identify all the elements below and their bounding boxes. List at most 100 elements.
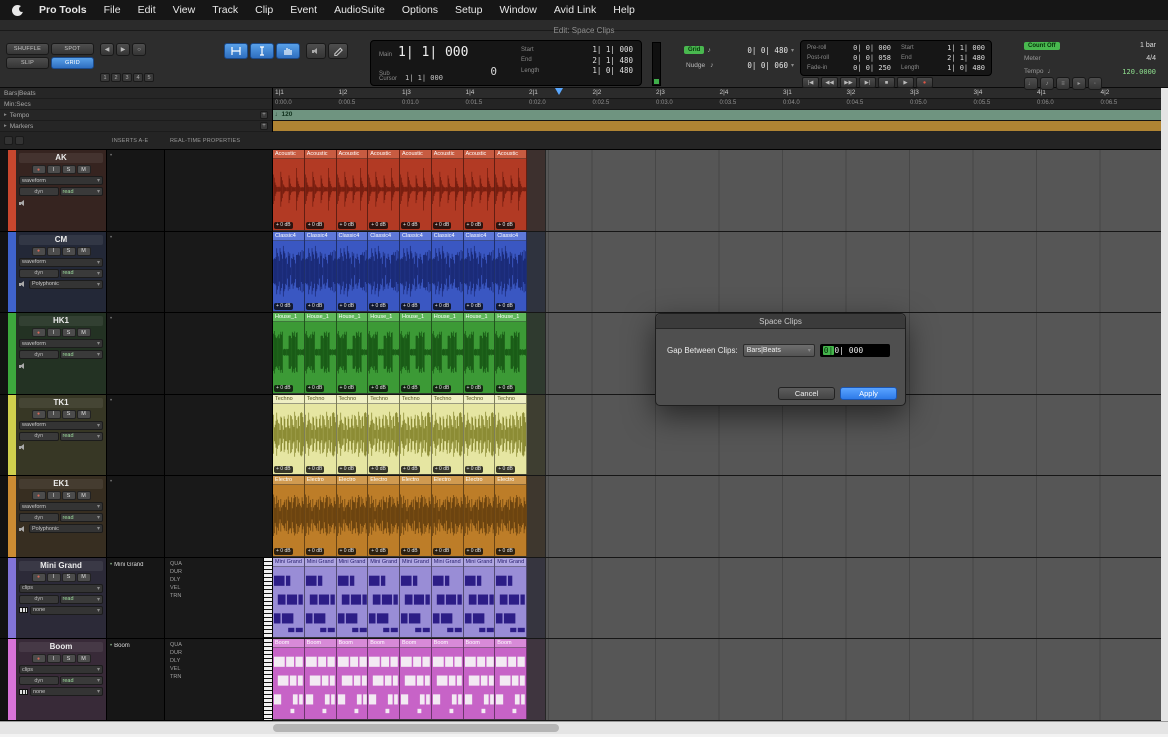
track-name[interactable]: Mini Grand: [19, 561, 103, 571]
dialog-title[interactable]: Space Clips: [656, 314, 905, 329]
clip-techno-7[interactable]: Techno+ 0 dB: [464, 395, 496, 475]
menu-item-track[interactable]: Track: [212, 4, 238, 16]
zoom-preset-1-button[interactable]: 1: [100, 73, 110, 82]
clip-acoustic-8[interactable]: Acoustic+ 0 dB: [495, 150, 527, 230]
instrument-plugin-mini-grand[interactable]: •Mini Grand: [110, 562, 161, 568]
clip-electro-5[interactable]: Electro+ 0 dB: [400, 476, 432, 556]
play-button[interactable]: ▶: [897, 77, 914, 88]
record-arm-button[interactable]: ●: [32, 491, 46, 500]
clip-house-1-5[interactable]: House_1+ 0 dB: [400, 313, 432, 393]
metronome-icon[interactable]: ♩: [1024, 77, 1038, 90]
sub-counter-value[interactable]: 0: [490, 65, 497, 78]
record-arm-button[interactable]: ●: [32, 654, 46, 663]
post-roll-value[interactable]: 0| 0| 058: [853, 54, 891, 62]
horizontal-zoom-out-button[interactable]: ◀: [100, 43, 114, 56]
grabber-tool-button[interactable]: [276, 43, 300, 59]
count-off-icon[interactable]: ♪: [1040, 77, 1054, 90]
record-arm-button[interactable]: ●: [32, 247, 46, 256]
automation-mode-selector[interactable]: read▾: [60, 269, 104, 278]
clip-acoustic-3[interactable]: Acoustic+ 0 dB: [337, 150, 369, 230]
rtp-dur[interactable]: DUR: [170, 650, 272, 657]
tempo-ruler-toggle-icon[interactable]: ▸: [1072, 77, 1086, 90]
solo-button[interactable]: S: [62, 491, 76, 500]
menu-item-audiosuite[interactable]: AudioSuite: [334, 4, 385, 16]
main-counter-value[interactable]: 1| 1| 000: [398, 45, 468, 60]
horizontal-zoom-in-button[interactable]: ▶: [116, 43, 130, 56]
automation-mode-selector[interactable]: read▾: [60, 595, 104, 604]
clip-house-1-6[interactable]: House_1+ 0 dB: [432, 313, 464, 393]
insert-slot[interactable]: •: [110, 154, 161, 159]
menu-item-avid-link[interactable]: Avid Link: [554, 4, 596, 16]
transport-end-value[interactable]: 2| 1| 480: [947, 54, 985, 62]
gap-unit-select[interactable]: Bars|Beats ▾: [743, 344, 815, 357]
automation-mode-selector[interactable]: read▾: [60, 187, 104, 196]
record-arm-button[interactable]: ●: [32, 328, 46, 337]
track-view-selector[interactable]: clips▾: [19, 584, 103, 593]
solo-button[interactable]: S: [62, 328, 76, 337]
selection-length-value[interactable]: 1| 0| 480: [592, 66, 633, 75]
automation-dyn-button[interactable]: dyn: [19, 350, 59, 359]
menu-item-help[interactable]: Help: [613, 4, 635, 16]
clip-mini-grand-2[interactable]: Mini Grand: [305, 558, 337, 638]
track-view-selector[interactable]: waveform▾: [19, 502, 103, 511]
rtp-qua[interactable]: QUA: [170, 561, 272, 568]
clip-electro-2[interactable]: Electro+ 0 dB: [305, 476, 337, 556]
track-list-menu-icon[interactable]: [4, 136, 13, 145]
clip-boom-6[interactable]: Boom: [432, 639, 464, 719]
tempo-value[interactable]: 120.0000: [1122, 68, 1156, 76]
min-secs-ruler-label-row[interactable]: Min:Secs: [0, 99, 272, 110]
clip-house-1-3[interactable]: House_1+ 0 dB: [337, 313, 369, 393]
rtp-dly[interactable]: DLY: [170, 658, 272, 665]
pencil-tool-button[interactable]: [328, 43, 348, 59]
clip-techno-4[interactable]: Techno+ 0 dB: [368, 395, 400, 475]
clip-house-1-1[interactable]: House_1+ 0 dB: [273, 313, 305, 393]
add-marker-button[interactable]: +: [260, 122, 268, 130]
rtp-vel[interactable]: VEL: [170, 585, 272, 592]
input-monitor-button[interactable]: I: [47, 410, 61, 419]
window-titlebar[interactable]: Edit: Space Clips: [0, 20, 1168, 31]
clip-mini-grand-3[interactable]: Mini Grand: [337, 558, 369, 638]
rewind-button[interactable]: ◀◀: [821, 77, 838, 88]
clip-classic4-4[interactable]: Classic4+ 0 dB: [368, 232, 400, 312]
automation-dyn-button[interactable]: dyn: [19, 432, 59, 441]
menu-item-clip[interactable]: Clip: [255, 4, 273, 16]
mode-spot-button[interactable]: SPOT: [51, 43, 94, 55]
track-name[interactable]: HK1: [19, 316, 103, 326]
tempo-ruler-label-row[interactable]: ▸ Tempo +: [0, 110, 272, 121]
mute-button[interactable]: M: [77, 654, 91, 663]
clip-classic4-5[interactable]: Classic4+ 0 dB: [400, 232, 432, 312]
fade-in-value[interactable]: 0| 0| 250: [853, 64, 891, 72]
clip-electro-3[interactable]: Electro+ 0 dB: [337, 476, 369, 556]
cancel-button[interactable]: Cancel: [778, 387, 835, 400]
mute-button[interactable]: M: [77, 247, 91, 256]
zoom-preset-4-button[interactable]: 4: [133, 73, 143, 82]
tempo-ruler[interactable]: ♩120: [273, 110, 1161, 121]
clip-techno-6[interactable]: Techno+ 0 dB: [432, 395, 464, 475]
input-monitor-button[interactable]: I: [47, 573, 61, 582]
automation-dyn-button[interactable]: dyn: [19, 513, 59, 522]
clip-techno-3[interactable]: Techno+ 0 dB: [337, 395, 369, 475]
vertical-scrollbar[interactable]: [1161, 88, 1168, 721]
clip-acoustic-2[interactable]: Acoustic+ 0 dB: [305, 150, 337, 230]
automation-mode-selector[interactable]: read▾: [60, 513, 104, 522]
count-off-value[interactable]: 1 bar: [1140, 42, 1156, 49]
clip-techno-2[interactable]: Techno+ 0 dB: [305, 395, 337, 475]
clip-boom-5[interactable]: Boom: [400, 639, 432, 719]
midi-merge-icon[interactable]: ≡: [1056, 77, 1070, 90]
solo-button[interactable]: S: [62, 410, 76, 419]
track-name[interactable]: TK1: [19, 398, 103, 408]
clip-classic4-3[interactable]: Classic4+ 0 dB: [337, 232, 369, 312]
record-button[interactable]: ●: [916, 77, 933, 88]
track-name[interactable]: AK: [19, 153, 103, 163]
nudge-value[interactable]: 0| 0| 060: [747, 61, 788, 70]
horizontal-scroll-thumb[interactable]: [273, 724, 559, 732]
automation-dyn-button[interactable]: dyn: [19, 269, 59, 278]
min-secs-ruler[interactable]: 0:00.00:00.50:01.00:01.50:02.00:02.50:03…: [273, 99, 1161, 110]
automation-mode-selector[interactable]: read▾: [60, 350, 104, 359]
apple-menu-icon[interactable]: [12, 5, 23, 16]
clip-boom-8[interactable]: Boom: [495, 639, 527, 719]
mode-slip-button[interactable]: SLIP: [6, 57, 49, 69]
clip-techno-8[interactable]: Techno+ 0 dB: [495, 395, 527, 475]
disclosure-icon[interactable]: ▸: [4, 112, 7, 118]
go-to-end-button[interactable]: ▶|: [859, 77, 876, 88]
